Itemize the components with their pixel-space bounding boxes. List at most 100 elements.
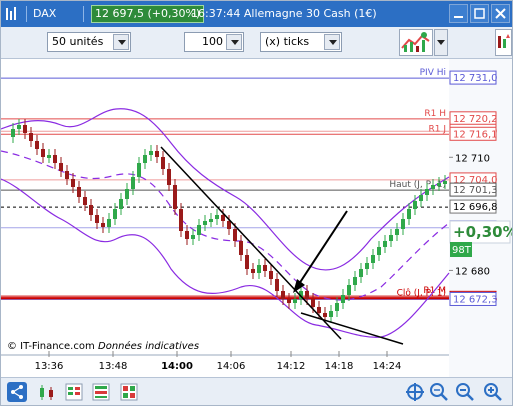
symbol-label: DAX — [33, 7, 57, 20]
candle-body — [221, 215, 225, 221]
tick-count-value: 100 — [202, 35, 223, 48]
candle-body — [239, 241, 243, 255]
price-level-label: R1 J — [429, 124, 447, 134]
y-tick-label: 12 680 — [455, 266, 490, 277]
candle-body — [329, 311, 333, 317]
candle-body — [179, 209, 183, 231]
tick-mode-select-value: (x) ticks — [265, 35, 310, 48]
candle-body — [59, 163, 63, 171]
candle-body — [95, 215, 99, 223]
candle-body — [389, 235, 393, 241]
candle-body — [269, 271, 273, 279]
chart-tools-icon[interactable] — [399, 29, 433, 56]
candle-body — [41, 149, 45, 157]
candle-body — [125, 189, 129, 199]
price-level-label: R1 H — [424, 109, 446, 119]
order-book-icon[interactable] — [64, 382, 84, 402]
candle-chart-icon[interactable] — [37, 382, 57, 402]
chart-tools-dropdown[interactable] — [434, 29, 448, 56]
divider — [83, 6, 84, 22]
zoom-fit-icon[interactable] — [429, 382, 449, 402]
tick-mode-select[interactable]: (x) ticks — [260, 32, 342, 52]
candle-body — [353, 277, 357, 285]
candle-body — [419, 195, 423, 201]
candle-body — [35, 141, 39, 149]
x-tick-label: 13:36 — [35, 361, 64, 372]
price-level-value: 12 672,3 — [453, 294, 498, 305]
candle-body — [17, 125, 21, 129]
candle-body — [155, 151, 159, 157]
candle-body — [443, 181, 447, 184]
candle-body — [209, 219, 213, 222]
y-tick-label: 12 710 — [455, 153, 490, 164]
x-tick-label: 14:00 — [161, 361, 193, 372]
candle-body — [335, 303, 339, 311]
candle-body — [275, 279, 279, 291]
bars-icon[interactable] — [5, 6, 19, 22]
candle-body — [65, 171, 69, 179]
candle-body — [185, 231, 189, 239]
divider — [26, 6, 27, 22]
candle-body — [89, 205, 93, 215]
share-icon[interactable] — [7, 382, 27, 402]
candle-body — [371, 255, 375, 263]
candle-body — [47, 155, 51, 158]
price-level-value: 12 716,1 — [453, 129, 498, 140]
candle-body — [53, 155, 57, 163]
candle-body — [167, 169, 171, 185]
candle-body — [401, 219, 405, 229]
candle-body — [293, 299, 297, 303]
candle-body — [149, 151, 153, 155]
candle-body — [161, 157, 165, 169]
candle-body — [311, 299, 315, 307]
candle-body — [263, 265, 267, 271]
candle-body — [341, 295, 345, 303]
change-badge: +0,30% — [449, 220, 513, 244]
chevron-down-icon[interactable] — [324, 34, 340, 50]
candle-body — [173, 185, 177, 209]
alerts-icon[interactable] — [119, 382, 139, 402]
candle-body — [215, 215, 219, 219]
minimize-button[interactable] — [449, 4, 468, 23]
price-level-value: 12 720,2 — [453, 114, 498, 125]
candle-body — [377, 247, 381, 255]
candle-body — [413, 201, 417, 209]
candle-body — [29, 133, 33, 141]
candle-body — [227, 221, 231, 229]
x-tick-label: 14:24 — [373, 361, 402, 372]
candle-body — [305, 291, 309, 299]
x-tick-label: 14:18 — [325, 361, 354, 372]
footer-note: Données indicatives — [98, 340, 199, 352]
tick-badge: 98T — [450, 242, 472, 257]
candle-body — [77, 187, 81, 197]
candle-body — [359, 269, 363, 277]
change-badge-text: +0,30% — [453, 223, 513, 241]
candle-body — [131, 177, 135, 189]
candle-body — [365, 263, 369, 269]
candle-body — [245, 255, 249, 269]
zoom-in-icon[interactable] — [483, 382, 503, 402]
close-button[interactable] — [491, 4, 510, 23]
candle-body — [113, 209, 117, 219]
chevron-down-icon[interactable] — [113, 34, 129, 50]
positions-icon[interactable] — [91, 382, 111, 402]
units-select[interactable]: 50 unités — [47, 32, 131, 52]
bottom-toolbar — [1, 377, 512, 405]
candle-body — [191, 235, 195, 239]
candle-body — [257, 265, 261, 273]
candle-body — [281, 291, 285, 299]
price-chart-canvas[interactable]: PIV HiR1 HR1 JHaut (J, P, 1)Clô (J, P, 1… — [1, 59, 513, 377]
candle-body — [287, 299, 291, 303]
zoom-out-icon[interactable] — [455, 382, 475, 402]
candle-body — [425, 189, 429, 195]
price-level-value: 12 696,8 — [453, 202, 498, 213]
chevron-down-icon[interactable] — [226, 34, 242, 50]
price-level-label: PIV Hi — [420, 68, 446, 78]
crosshair-icon[interactable] — [405, 382, 425, 402]
tick-count-field[interactable]: 100 — [184, 32, 244, 52]
candle-body — [395, 229, 399, 235]
last-price-badge: 12 697,5 (+0,30%) — [91, 5, 205, 23]
side-tool-icon[interactable] — [495, 29, 512, 56]
price-chart[interactable]: PIV Hi R1 H R1 J Haut (J, P, 1) Clô (J, P, 1… — [1, 59, 513, 377]
maximize-button[interactable] — [470, 4, 489, 23]
